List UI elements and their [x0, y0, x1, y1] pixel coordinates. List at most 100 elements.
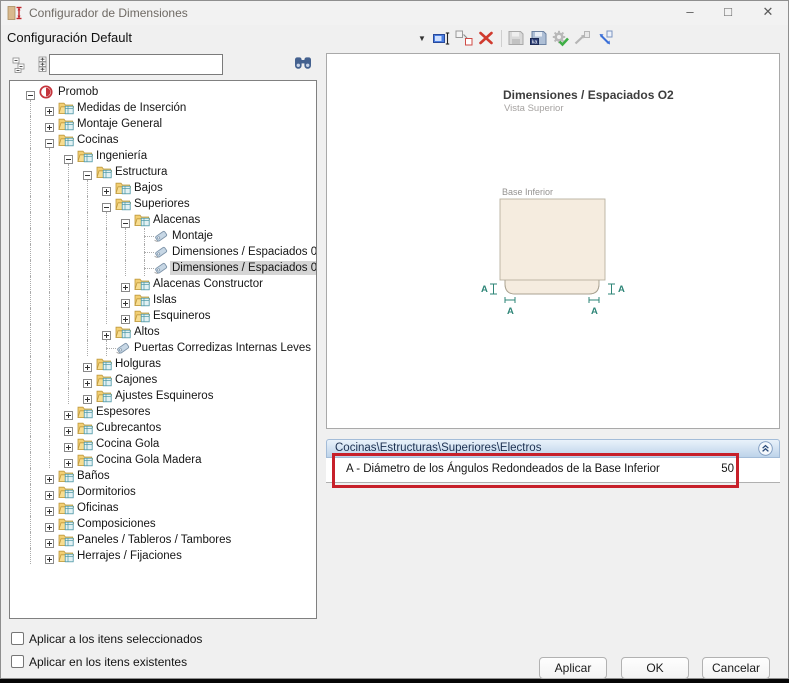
tree-item[interactable]: Cajones: [10, 372, 316, 388]
tree-expand-expander[interactable]: [121, 311, 130, 320]
tree-expand-expander[interactable]: [45, 119, 54, 128]
tree-collapse-expander[interactable]: [26, 87, 35, 96]
toolbar-separator: [501, 30, 502, 47]
tree-expand-expander[interactable]: [45, 551, 54, 560]
tree-guide: [106, 276, 107, 292]
tree-item[interactable]: Estructura: [10, 164, 316, 180]
tree-expand-expander[interactable]: [121, 279, 130, 288]
tree-item[interactable]: Ajustes Esquineros: [10, 388, 316, 404]
close-button[interactable]: ✕: [753, 1, 783, 25]
validate-gear-icon[interactable]: [551, 30, 569, 48]
folder-icon: [134, 213, 150, 227]
tree-expand-expander[interactable]: [45, 471, 54, 480]
tree-item-label: Islas: [151, 293, 179, 307]
tree-expand-expander[interactable]: [45, 103, 54, 112]
tree-item[interactable]: Dimensiones / Espaciados 02: [10, 260, 316, 276]
tree-item[interactable]: Composiciones: [10, 516, 316, 532]
tree-item[interactable]: Holguras: [10, 356, 316, 372]
tag-icon: [153, 261, 169, 275]
tree-expand-expander[interactable]: [45, 535, 54, 544]
folder-icon: [58, 485, 74, 499]
tree-item[interactable]: Superiores: [10, 196, 316, 212]
tree-item[interactable]: Cubrecantos: [10, 420, 316, 436]
tree-item[interactable]: Herrajes / Fijaciones: [10, 548, 316, 564]
search-binoculars-icon[interactable]: [293, 56, 313, 72]
tree-guide: [30, 532, 31, 548]
tree-expand-expander[interactable]: [45, 487, 54, 496]
tree-item[interactable]: Medidas de Inserción: [10, 100, 316, 116]
tree-guide: [49, 452, 50, 468]
tree-item[interactable]: Alacenas: [10, 212, 316, 228]
tree-collapse-expander[interactable]: [45, 135, 54, 144]
delete-icon[interactable]: [477, 30, 495, 48]
tree-item[interactable]: Montaje: [10, 228, 316, 244]
minimize-button[interactable]: –: [675, 1, 705, 25]
tree-expand-expander[interactable]: [64, 423, 73, 432]
tree-expand-expander[interactable]: [102, 327, 111, 336]
tree-item[interactable]: Cocinas: [10, 132, 316, 148]
tree-guide: [30, 420, 31, 436]
tree-expand-expander[interactable]: [45, 519, 54, 528]
tree-expand-expander[interactable]: [83, 375, 92, 384]
tree-item[interactable]: Montaje General: [10, 116, 316, 132]
tree-collapse-expander[interactable]: [64, 151, 73, 160]
save-config-icon[interactable]: ka: [529, 30, 547, 48]
folder-icon: [77, 405, 93, 419]
tree-collapse-expander[interactable]: [102, 199, 111, 208]
tree-item[interactable]: Ingeniería: [10, 148, 316, 164]
tree-item[interactable]: Dimensiones / Espaciados 01: [10, 244, 316, 260]
tree-guide: [49, 388, 50, 404]
tree-item[interactable]: Baños: [10, 468, 316, 484]
tree-expand-expander[interactable]: [64, 439, 73, 448]
search-input[interactable]: [49, 54, 223, 75]
tree-item[interactable]: Oficinas: [10, 500, 316, 516]
tree-expand-expander[interactable]: [64, 455, 73, 464]
tree-item[interactable]: Dormitorios: [10, 484, 316, 500]
preview-subtitle: Vista Superior: [504, 103, 564, 114]
tree-expand-expander[interactable]: [83, 359, 92, 368]
tree-expand-expander[interactable]: [102, 183, 111, 192]
configuration-dropdown-caret[interactable]: ▼: [418, 34, 430, 46]
link-icon[interactable]: [595, 30, 613, 48]
tree-expand-expander[interactable]: [121, 295, 130, 304]
tree-guide: [49, 180, 50, 196]
tree-item[interactable]: Puertas Corredizas Internas Leves: [10, 340, 316, 356]
rename-icon[interactable]: [433, 30, 451, 48]
tree-item-label: Cocina Gola Madera: [94, 453, 203, 467]
tree-collapse-expander[interactable]: [83, 167, 92, 176]
tree-item[interactable]: Esquineros: [10, 308, 316, 324]
tree-guide: [30, 132, 31, 148]
checkbox-apply-existing[interactable]: [11, 655, 24, 668]
maximize-button[interactable]: □: [713, 1, 743, 25]
tree-item[interactable]: Bajos: [10, 180, 316, 196]
tree-collapse-expander[interactable]: [121, 215, 130, 224]
ok-button[interactable]: OK: [621, 657, 689, 679]
tree-item[interactable]: Altos: [10, 324, 316, 340]
configurator-window: Configurador de Dimensiones – □ ✕ Config…: [0, 0, 789, 679]
tree-guide: [87, 260, 88, 276]
tree-item-label: Espesores: [94, 405, 152, 419]
tree-item[interactable]: Paneles / Tableros / Tambores: [10, 532, 316, 548]
tree-item[interactable]: Cocina Gola Madera: [10, 452, 316, 468]
collapse-all-icon[interactable]: [12, 57, 28, 73]
tree-item[interactable]: Promob: [10, 84, 316, 100]
tree-expand-expander[interactable]: [83, 391, 92, 400]
tree-expand-expander[interactable]: [45, 503, 54, 512]
dialog-screenshot: Configurador de Dimensiones – □ ✕ Config…: [0, 0, 789, 683]
checkbox-apply-selected[interactable]: [11, 632, 24, 645]
tree-item[interactable]: Islas: [10, 292, 316, 308]
tree-guide: [30, 260, 31, 276]
collapse-panel-button[interactable]: [758, 441, 773, 456]
aplicar-button[interactable]: Aplicar: [539, 657, 607, 679]
tree-guide: [106, 308, 107, 324]
tree-item[interactable]: Alacenas Constructor: [10, 276, 316, 292]
tree-item[interactable]: Cocina Gola: [10, 436, 316, 452]
tree-expand-expander[interactable]: [64, 407, 73, 416]
cancelar-button[interactable]: Cancelar: [702, 657, 770, 679]
tree-item[interactable]: Espesores: [10, 404, 316, 420]
app-dimension-icon: [7, 5, 23, 21]
duplicate-icon[interactable]: [455, 30, 473, 48]
tree-guide: [87, 212, 88, 228]
tree-guide: [30, 276, 31, 292]
tree-guide: [30, 468, 31, 484]
